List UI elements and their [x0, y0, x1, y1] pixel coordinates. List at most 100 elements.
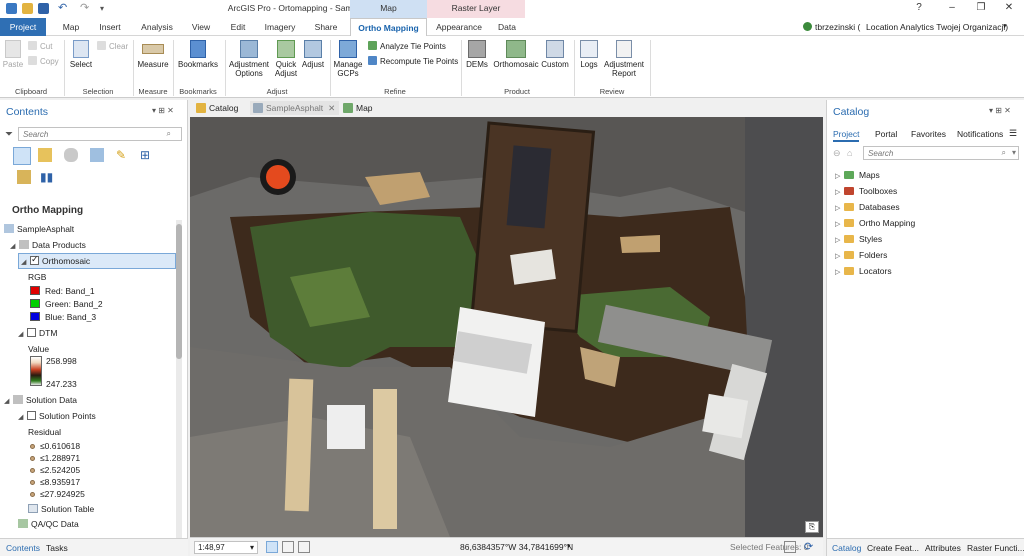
collapse-icon[interactable]: ◢ [18, 413, 27, 421]
tab-imagery[interactable]: Imagery [260, 18, 300, 36]
tab-appearance[interactable]: Appearance [432, 18, 486, 36]
doc-tab-map[interactable]: Map [340, 101, 377, 115]
list-by-data-source-icon[interactable] [38, 148, 52, 162]
expand-icon[interactable]: ▷ [835, 204, 844, 212]
catalog-item-maps[interactable]: ▷ Maps [835, 170, 880, 180]
measure-button[interactable]: Measure [136, 40, 170, 69]
collapse-icon[interactable]: ◢ [21, 258, 30, 266]
visibility-checkbox[interactable] [30, 254, 39, 265]
recompute-tie-points-button[interactable]: Recompute Tie Points [368, 56, 458, 66]
database-icon[interactable] [64, 148, 78, 162]
tab-edit[interactable]: Edit [224, 18, 252, 36]
tab-catalog[interactable]: Catalog [832, 543, 861, 553]
chevron-down-icon[interactable]: ▾ [1012, 148, 1016, 157]
adjustment-options-button[interactable]: Adjustment Options [228, 40, 270, 78]
refresh-icon[interactable]: ⟳ [804, 540, 813, 553]
search-icon[interactable]: ⌕ [167, 129, 171, 139]
tab-attributes[interactable]: Attributes [925, 543, 961, 553]
expand-icon[interactable]: ▷ [835, 220, 844, 228]
visibility-checkbox[interactable] [27, 411, 36, 420]
expand-icon[interactable]: ▷ [835, 172, 844, 180]
clear-selection-button[interactable]: Clear [97, 41, 128, 51]
expand-icon[interactable]: ▷ [835, 268, 844, 276]
menu-icon[interactable]: ☰ [1009, 128, 1017, 139]
orthomosaic-button[interactable]: Orthomosaic [491, 40, 541, 69]
chevron-down-icon[interactable]: ▾ [1003, 22, 1007, 30]
tab-data[interactable]: Data [492, 18, 522, 36]
catalog-search-input[interactable]: Search ⌕ ▾ [863, 146, 1019, 160]
charts-icon[interactable]: ▮▮ [40, 170, 54, 184]
layer-orthomosaic[interactable]: ◢Orthomosaic [18, 253, 176, 269]
catalog-item-toolboxes[interactable]: ▷ Toolboxes [835, 186, 897, 196]
map-overview-icon[interactable]: ⎘ [805, 521, 819, 533]
tab-insert[interactable]: Insert [92, 18, 128, 36]
user-name[interactable]: tbrzezinski ( [815, 22, 860, 32]
select-button[interactable]: Select [68, 40, 94, 69]
tab-project[interactable]: Project [0, 18, 46, 36]
filter-icon[interactable]: ⏷ [5, 129, 13, 140]
tab-create-features[interactable]: Create Feat... [867, 543, 919, 553]
close-icon[interactable]: ✕ [328, 103, 335, 113]
visibility-checkbox[interactable] [27, 328, 36, 337]
doc-tab-sampleasphalt[interactable]: SampleAsphalt ✕ [250, 101, 340, 115]
catalog-item-folders[interactable]: ▷ Folders [835, 250, 887, 260]
tree-data-products[interactable]: ◢ Data Products [10, 240, 86, 250]
tab-view[interactable]: View [186, 18, 216, 36]
selection-icon[interactable] [90, 148, 104, 162]
layer-dtm[interactable]: ◢ DTM [18, 328, 57, 338]
adjustment-report-button[interactable]: Adjustment Report [602, 40, 646, 78]
tab-contents[interactable]: Contents [6, 543, 40, 553]
tab-raster-functions[interactable]: Raster Functi... [967, 543, 1024, 553]
adjust-button[interactable]: Adjust [300, 40, 326, 69]
paste-button[interactable]: Paste [2, 40, 24, 69]
home-icon[interactable]: ⌂ [847, 148, 852, 158]
pane-options-icon[interactable]: ▾ ⊞ ✕ [989, 106, 1011, 115]
catalog-item-styles[interactable]: ▷ Styles [835, 234, 882, 244]
catalog-tab-notifications[interactable]: Notifications [957, 129, 1003, 139]
dems-button[interactable]: DEMs [464, 40, 490, 69]
expand-icon[interactable]: ▷ [835, 188, 844, 196]
pane-options-icon[interactable]: ▾ ⊞ ✕ [152, 106, 174, 115]
scrollbar-thumb[interactable] [176, 224, 182, 359]
catalog-item-databases[interactable]: ▷ Databases [835, 202, 900, 212]
chevron-down-icon[interactable]: ▾ [567, 542, 571, 550]
expand-icon[interactable]: ▷ [835, 252, 844, 260]
custom-product-button[interactable]: Custom [540, 40, 570, 69]
logs-button[interactable]: Logs [577, 40, 601, 69]
tree-qaqc-data[interactable]: QA/QC Data [18, 519, 79, 529]
catalog-tab-portal[interactable]: Portal [875, 129, 897, 139]
chevron-down-icon[interactable]: ▾ [250, 543, 254, 552]
contents-search-input[interactable]: Search ⌕ [18, 127, 182, 141]
new-project-icon[interactable] [6, 3, 17, 14]
rotate-icon[interactable] [282, 541, 294, 553]
collapse-icon[interactable]: ◢ [18, 330, 27, 338]
catalog-item-locators[interactable]: ▷ Locators [835, 266, 892, 276]
contents-scrollbar[interactable] [176, 220, 182, 538]
copy-button[interactable]: Copy [28, 56, 59, 66]
analyze-tie-points-button[interactable]: Analyze Tie Points [368, 41, 446, 51]
snapping-icon[interactable]: ⊞ [140, 148, 154, 162]
catalog-tab-favorites[interactable]: Favorites [911, 129, 946, 139]
labeling-icon[interactable] [17, 170, 31, 184]
selected-features-count[interactable]: Selected Features: 0 [730, 542, 808, 552]
back-icon[interactable]: ⊖ [833, 148, 841, 159]
layer-solution-points[interactable]: ◢ Solution Points [18, 411, 96, 421]
user-organization[interactable]: Location Analytics Twojej Organizacji) [866, 22, 1008, 32]
tree-solution-data[interactable]: ◢ Solution Data [4, 395, 77, 405]
tab-tasks[interactable]: Tasks [46, 543, 68, 553]
close-button[interactable]: ✕ [1000, 2, 1018, 13]
collapse-icon[interactable]: ◢ [10, 242, 19, 250]
tab-map[interactable]: Map [54, 18, 88, 36]
scale-input[interactable]: 1:48,97 ▾ [194, 541, 258, 554]
minimize-button[interactable]: – [943, 2, 961, 13]
undo-icon[interactable]: ↶ [58, 1, 72, 14]
map-view[interactable]: ⎘ [190, 117, 823, 537]
bookmarks-button[interactable]: Bookmarks [176, 40, 220, 69]
user-avatar-icon[interactable] [803, 22, 812, 31]
expand-icon[interactable]: ▷ [835, 236, 844, 244]
catalog-tab-project[interactable]: Project [833, 129, 860, 142]
help-button[interactable]: ? [910, 2, 928, 13]
list-by-drawing-order-icon[interactable] [13, 147, 31, 165]
collapse-icon[interactable]: ◢ [4, 397, 13, 405]
tab-analysis[interactable]: Analysis [136, 18, 178, 36]
